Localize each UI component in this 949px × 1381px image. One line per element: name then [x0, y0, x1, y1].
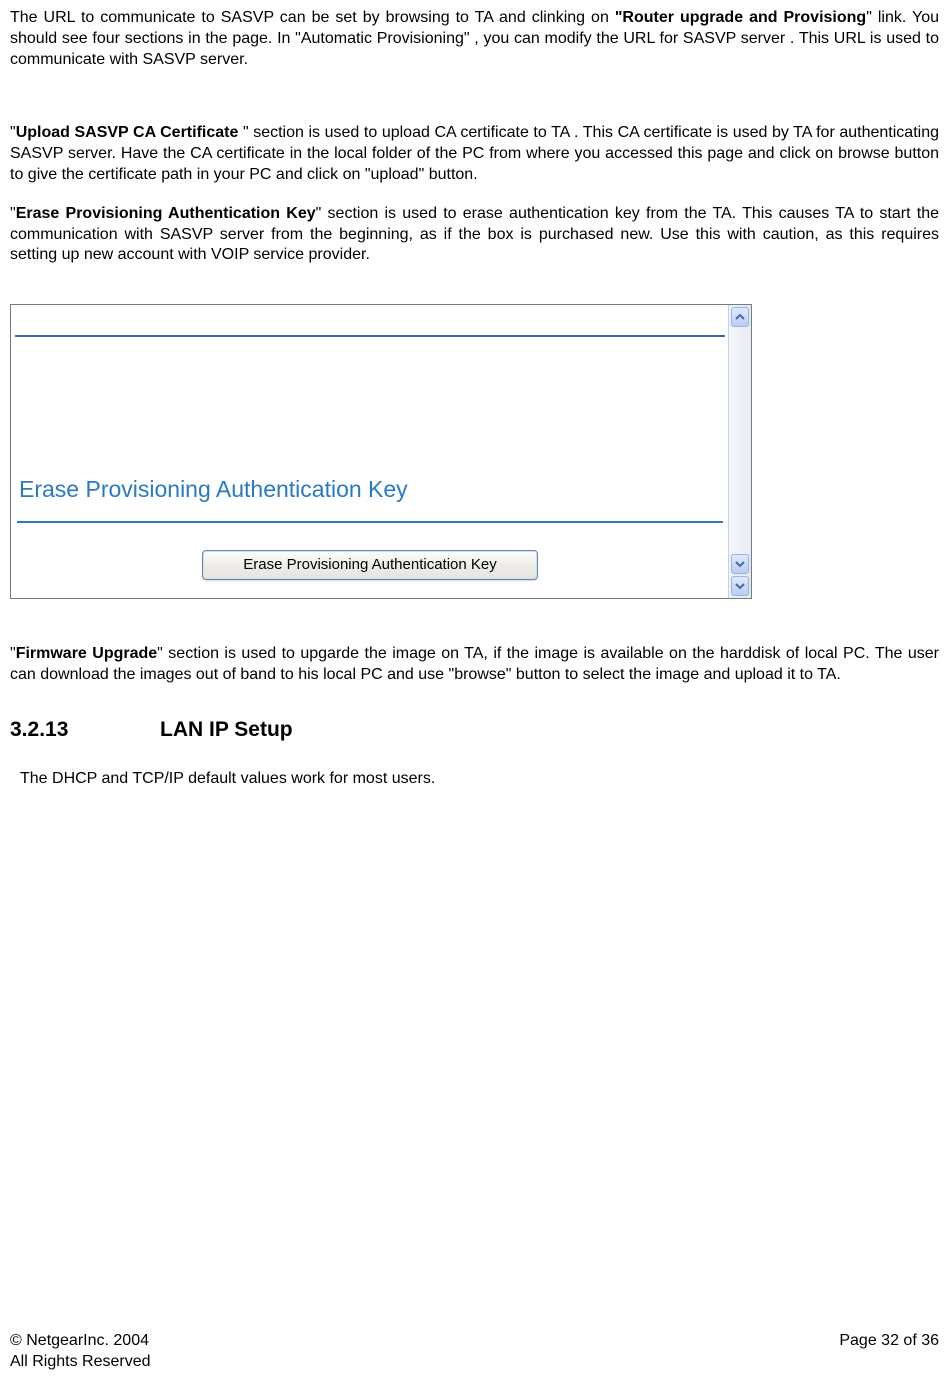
screenshot-content: Erase Provisioning Authentication Key Er…: [11, 305, 729, 598]
section-title-text: LAN IP Setup: [160, 718, 293, 741]
text-bold: Upload SASVP CA Certificate: [16, 124, 243, 141]
chevron-up-icon: [735, 312, 745, 322]
page-footer: © NetgearInc. 2004 Page 32 of 36 All Rig…: [10, 1331, 939, 1373]
vertical-scrollbar[interactable]: [728, 305, 751, 598]
document-page: The URL to communicate to SASVP can be s…: [10, 8, 939, 1373]
divider: [17, 521, 723, 523]
spacer: [10, 609, 939, 644]
text-bold: Firmware Upgrade: [16, 645, 157, 662]
divider: [15, 335, 725, 337]
erase-provisioning-key-button[interactable]: Erase Provisioning Authentication Key: [202, 550, 537, 580]
section-number: 3.2.13: [10, 716, 160, 743]
scrollbar-track[interactable]: [729, 327, 751, 554]
scroll-up-button[interactable]: [731, 307, 749, 327]
section-heading: 3.2.13LAN IP Setup: [10, 716, 939, 743]
paragraph-erase-key: "Erase Provisioning Authentication Key" …: [10, 204, 939, 266]
scroll-down-button[interactable]: [731, 554, 749, 574]
rights-text: All Rights Reserved: [10, 1352, 939, 1373]
paragraph-firmware-upgrade: "Firmware Upgrade" section is used to up…: [10, 644, 939, 686]
scroll-down-button[interactable]: [731, 576, 749, 596]
text: The URL to communicate to SASVP can be s…: [10, 9, 615, 26]
chevron-down-icon: [735, 581, 745, 591]
copyright-text: © NetgearInc. 2004: [10, 1331, 149, 1352]
spacer: [10, 284, 939, 304]
text-bold: "Router upgrade and Provisiong: [615, 9, 866, 26]
paragraph-router-upgrade: The URL to communicate to SASVP can be s…: [10, 8, 939, 70]
paragraph-dhcp: The DHCP and TCP/IP default values work …: [10, 769, 939, 790]
paragraph-upload-ca: "Upload SASVP CA Certificate " section i…: [10, 123, 939, 185]
spacer: [10, 88, 939, 123]
page-number: Page 32 of 36: [839, 1331, 939, 1352]
text-bold: Erase Provisioning Authentication Key: [16, 205, 316, 222]
section-title: Erase Provisioning Authentication Key: [19, 475, 408, 505]
button-container: Erase Provisioning Authentication Key: [11, 550, 729, 580]
chevron-down-icon: [735, 559, 745, 569]
embedded-screenshot: Erase Provisioning Authentication Key Er…: [10, 304, 752, 599]
